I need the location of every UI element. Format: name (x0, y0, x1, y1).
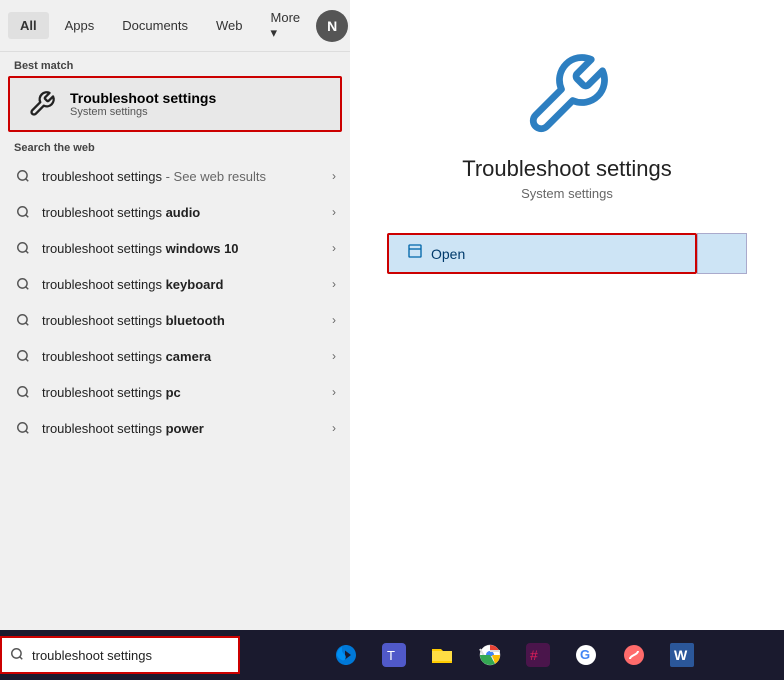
chevron-right-icon: › (332, 385, 336, 399)
svg-text:G: G (580, 647, 590, 662)
search-web-label: Search the web (0, 132, 350, 158)
taskbar-icon-teams[interactable]: T (373, 634, 415, 676)
list-item[interactable]: troubleshoot settings power › (0, 410, 350, 446)
open-button-extended[interactable] (697, 233, 747, 274)
list-item[interactable]: troubleshoot settings camera › (0, 338, 350, 374)
best-match-label: Best match (0, 52, 350, 76)
list-item[interactable]: troubleshoot settings windows 10 › (0, 230, 350, 266)
search-icon (14, 203, 32, 221)
list-item[interactable]: troubleshoot settings bluetooth › (0, 302, 350, 338)
app-icon-large (522, 50, 612, 140)
tab-web[interactable]: Web (204, 12, 255, 39)
best-match-text: Troubleshoot settings System settings (70, 90, 216, 118)
taskbar-icon-paint[interactable] (613, 634, 655, 676)
search-icon (14, 347, 32, 365)
best-match-item[interactable]: Troubleshoot settings System settings (8, 76, 342, 132)
chevron-right-icon: › (332, 313, 336, 327)
search-icon (14, 383, 32, 401)
open-button[interactable]: Open (387, 233, 697, 274)
taskbar-icon-slack[interactable]: # (517, 634, 559, 676)
list-item[interactable]: troubleshoot settings - See web results … (0, 158, 350, 194)
search-icon (14, 167, 32, 185)
list-item[interactable]: troubleshoot settings audio › (0, 194, 350, 230)
taskbar-icon-explorer[interactable] (421, 634, 463, 676)
avatar[interactable]: N (316, 10, 348, 42)
result-text: troubleshoot settings pc (42, 385, 332, 400)
taskbar-search-text: troubleshoot settings (32, 648, 152, 663)
right-panel: Troubleshoot settings System settings Op… (350, 0, 784, 630)
chevron-right-icon: › (332, 205, 336, 219)
taskbar-icon-chrome[interactable] (469, 634, 511, 676)
search-icon (14, 275, 32, 293)
list-item[interactable]: troubleshoot settings pc › (0, 374, 350, 410)
svg-text:W: W (674, 647, 688, 663)
open-label: Open (431, 246, 465, 262)
chevron-right-icon: › (332, 349, 336, 363)
taskbar-search-icon (10, 647, 24, 664)
open-button-container: Open (387, 233, 747, 274)
taskbar-icon-google[interactable]: G (565, 634, 607, 676)
tab-apps[interactable]: Apps (53, 12, 107, 39)
search-icon (14, 239, 32, 257)
result-text: troubleshoot settings camera (42, 349, 332, 364)
svg-text:T: T (387, 648, 395, 663)
result-text: troubleshoot settings keyboard (42, 277, 332, 292)
taskbar-search[interactable]: troubleshoot settings (0, 636, 240, 674)
chevron-right-icon: › (332, 277, 336, 291)
search-icon (14, 311, 32, 329)
chevron-right-icon: › (332, 241, 336, 255)
taskbar-icon-edge[interactable] (325, 634, 367, 676)
taskbar: troubleshoot settings T # G (0, 630, 784, 680)
wrench-icon (24, 86, 60, 122)
app-title: Troubleshoot settings (462, 156, 672, 182)
result-text: troubleshoot settings - See web results (42, 169, 332, 184)
open-window-icon (407, 243, 423, 264)
chevron-right-icon: › (332, 421, 336, 435)
taskbar-icon-word[interactable]: W (661, 634, 703, 676)
result-text: troubleshoot settings power (42, 421, 332, 436)
taskbar-icons: T # G W (244, 634, 784, 676)
best-match-title: Troubleshoot settings (70, 90, 216, 106)
list-item[interactable]: troubleshoot settings keyboard › (0, 266, 350, 302)
tab-all[interactable]: All (8, 12, 49, 39)
app-subtitle: System settings (521, 186, 613, 201)
best-match-subtitle: System settings (70, 106, 216, 118)
result-text: troubleshoot settings windows 10 (42, 241, 332, 256)
tabs-bar: All Apps Documents Web More ▾ N ··· ✕ (0, 0, 350, 52)
tab-documents[interactable]: Documents (110, 12, 200, 39)
result-text: troubleshoot settings bluetooth (42, 313, 332, 328)
tab-more[interactable]: More ▾ (259, 4, 313, 47)
chevron-right-icon: › (332, 169, 336, 183)
svg-text:#: # (530, 647, 538, 663)
result-text: troubleshoot settings audio (42, 205, 332, 220)
search-icon (14, 419, 32, 437)
